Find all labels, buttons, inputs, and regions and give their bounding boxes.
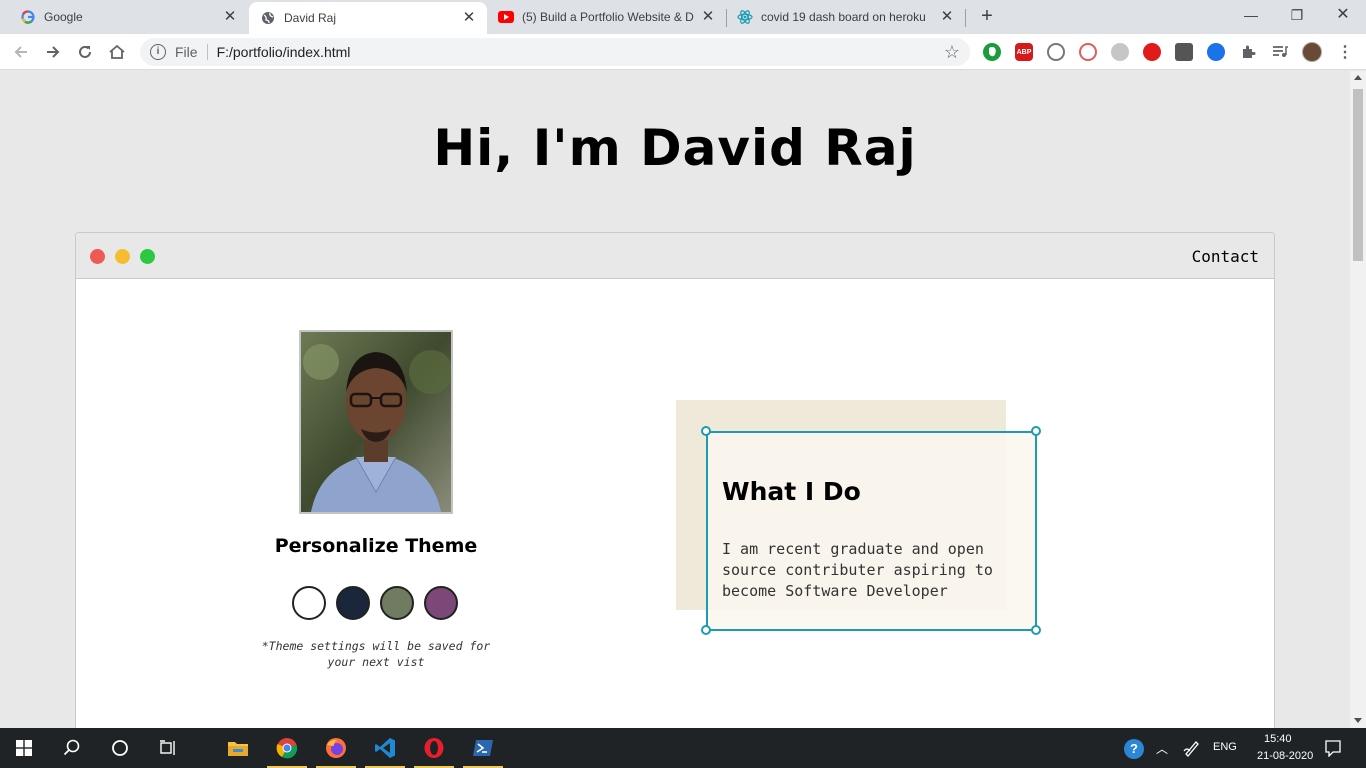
contact-link[interactable]: Contact	[1192, 247, 1259, 266]
reload-button[interactable]	[73, 40, 97, 64]
extension-icon[interactable]	[1143, 43, 1161, 61]
help-tray-icon[interactable]: ?	[1124, 739, 1144, 759]
adblock-plus-icon[interactable]: ABP	[1015, 43, 1033, 61]
language-indicator[interactable]: ENG	[1213, 741, 1237, 753]
opera-icon[interactable]	[410, 728, 458, 768]
windows-taskbar: ? ︿ ENG 15:40 21-08-2020	[0, 728, 1366, 768]
tab-title: (5) Build a Portfolio Website & D	[522, 10, 694, 24]
clock-time[interactable]: 15:40	[1264, 733, 1292, 745]
react-icon	[737, 9, 753, 25]
page-title: Hi, I'm David Raj	[433, 119, 917, 177]
personalize-theme-heading: Personalize Theme	[274, 535, 478, 557]
web-page: Hi, I'm David Raj Contact Personalize Th…	[0, 71, 1350, 728]
extension-icon[interactable]	[1111, 43, 1129, 61]
address-bar[interactable]: i File F:/portfolio/index.html ☆	[140, 38, 970, 66]
extension-icon[interactable]	[1079, 43, 1097, 61]
extension-icon[interactable]	[1047, 43, 1065, 61]
tab-title: Google	[44, 10, 83, 24]
windows-start-icon[interactable]	[0, 728, 48, 768]
close-window-button[interactable]: ✕	[1320, 0, 1366, 30]
close-tab-icon[interactable]: ✕	[461, 10, 477, 26]
browser-tab-strip: Google ✕ David Raj ✕ (5) Build a Portfol…	[0, 0, 1366, 34]
tab-title: covid 19 dash board on heroku	[761, 10, 926, 24]
profile-photo	[299, 330, 453, 514]
home-button[interactable]	[105, 40, 129, 64]
close-tab-icon[interactable]: ✕	[939, 9, 955, 25]
tab-title: David Raj	[284, 11, 337, 25]
portfolio-window-frame: Contact Personalize Theme *Theme setting…	[75, 232, 1275, 728]
globe-icon	[260, 10, 276, 26]
resize-handle[interactable]	[701, 625, 711, 635]
red-dot-icon	[90, 249, 105, 264]
theme-swatch-light[interactable]	[292, 586, 326, 620]
address-divider	[206, 44, 208, 60]
clock-date[interactable]: 21-08-2020	[1257, 750, 1313, 762]
minimize-window-button[interactable]: —	[1228, 0, 1274, 30]
youtube-icon	[498, 9, 514, 25]
bookmark-star-icon[interactable]: ☆	[944, 42, 960, 62]
theme-swatch-green[interactable]	[380, 586, 414, 620]
theme-settings-note: *Theme settings will be saved for your n…	[261, 639, 491, 669]
profile-avatar[interactable]	[1302, 42, 1322, 62]
theme-swatch-blue[interactable]	[336, 586, 370, 620]
address-scheme: File	[175, 44, 198, 60]
task-view-icon[interactable]	[144, 728, 192, 768]
site-info-icon[interactable]: i	[150, 44, 166, 60]
more-menu-icon[interactable]: ⋮	[1336, 43, 1354, 61]
firefox-icon[interactable]	[312, 728, 360, 768]
vscode-icon[interactable]	[361, 728, 409, 768]
notifications-icon[interactable]	[1324, 739, 1342, 762]
green-dot-icon	[140, 249, 155, 264]
what-i-do-card: What I Do I am recent graduate and open …	[706, 431, 1037, 631]
tab-separator	[965, 9, 966, 27]
cortana-icon[interactable]	[96, 728, 144, 768]
extensions-puzzle-icon[interactable]	[1239, 43, 1257, 61]
tab-youtube[interactable]: (5) Build a Portfolio Website & D ✕	[488, 0, 726, 34]
home-icon	[109, 44, 125, 59]
browser-toolbar: i File F:/portfolio/index.html ☆ ABP ⋮	[0, 34, 1366, 70]
close-tab-icon[interactable]: ✕	[222, 9, 238, 25]
close-tab-icon[interactable]: ✕	[700, 9, 716, 25]
file-explorer-icon[interactable]	[214, 728, 262, 768]
google-icon	[20, 9, 36, 25]
address-url[interactable]: F:/portfolio/index.html	[217, 44, 351, 60]
window-title-bar: Contact	[76, 233, 1274, 279]
evernote-icon[interactable]	[983, 43, 1001, 61]
forward-arrow-icon	[47, 46, 60, 58]
extension-icon[interactable]	[1207, 43, 1225, 61]
powershell-icon[interactable]	[459, 728, 507, 768]
tab-covid-dashboard[interactable]: covid 19 dash board on heroku ✕	[727, 0, 965, 34]
scroll-down-icon[interactable]	[1354, 718, 1362, 723]
media-control-icon[interactable]	[1271, 43, 1289, 61]
pen-workspace-icon[interactable]	[1183, 739, 1201, 762]
back-arrow-icon	[14, 46, 27, 58]
scroll-thumb[interactable]	[1353, 89, 1363, 261]
yellow-dot-icon	[115, 249, 130, 264]
restore-window-button[interactable]: ❐	[1274, 0, 1320, 30]
tab-david-raj[interactable]: David Raj ✕	[249, 2, 487, 34]
theme-swatch-purple[interactable]	[424, 586, 458, 620]
search-icon[interactable]	[48, 728, 96, 768]
resize-handle[interactable]	[1031, 625, 1041, 635]
new-tab-button[interactable]: +	[976, 5, 998, 27]
extension-icon[interactable]	[1175, 43, 1193, 61]
what-i-do-heading: What I Do	[722, 477, 861, 506]
what-i-do-text: I am recent graduate and open source con…	[722, 540, 993, 600]
chrome-icon[interactable]	[263, 728, 311, 768]
reload-icon	[79, 45, 91, 58]
resize-handle[interactable]	[701, 426, 711, 436]
back-button[interactable]	[9, 40, 33, 64]
scroll-up-icon[interactable]	[1354, 75, 1362, 80]
resize-handle[interactable]	[1031, 426, 1041, 436]
page-scrollbar[interactable]	[1350, 71, 1366, 728]
tab-google[interactable]: Google ✕	[0, 0, 248, 34]
chevron-up-icon[interactable]: ︿	[1156, 740, 1168, 757]
forward-button[interactable]	[41, 40, 65, 64]
